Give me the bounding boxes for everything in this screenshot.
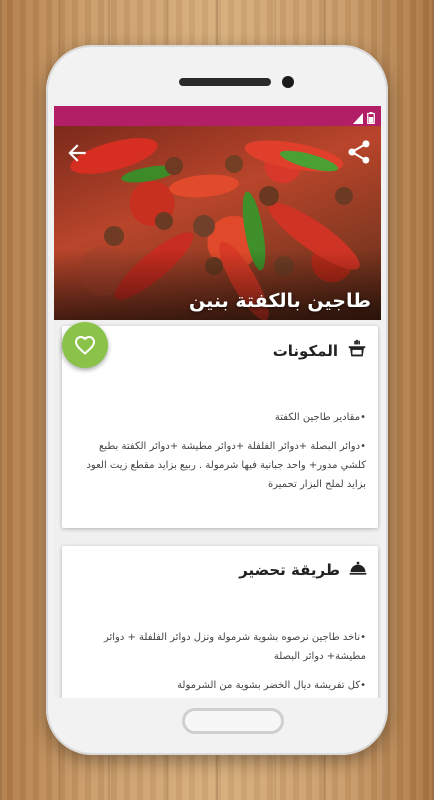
phone-camera (282, 76, 294, 88)
pot-icon (346, 338, 368, 364)
share-icon (348, 140, 370, 164)
share-button[interactable] (345, 138, 373, 166)
ingredients-body: •مقادير طاجين الكفتة •دوائر البصلة +دوائ… (74, 408, 366, 504)
list-item: •مقادير طاجين الكفتة (274, 412, 366, 423)
preparation-header: طريقة تحضير (239, 558, 368, 582)
list-item: •ناخد طاجين نرصوه بشوية شرمولة ونزل دوائ… (103, 632, 366, 662)
status-bar (54, 106, 381, 126)
preparation-body: •ناخد طاجين نرصوه بشوية شرمولة ونزل دوائ… (74, 628, 366, 698)
preparation-heading: طريقة تحضير (239, 561, 340, 579)
favorite-button[interactable] (62, 322, 108, 368)
list-item: •كل تفريشة ديال الخضر بشوية من الشرمولة (177, 680, 366, 691)
preparation-card: طريقة تحضير •ناخد طاجين نرصوه بشوية شرمو… (62, 546, 378, 698)
recipe-hero-image: طاجين بالكفتة بنين (54, 126, 381, 320)
ingredients-header: المكونات (273, 338, 368, 364)
cloche-icon (348, 558, 368, 582)
ingredients-card: المكونات •مقادير طاجين الكفتة •دوائر الب… (62, 326, 378, 528)
back-button[interactable] (64, 140, 90, 166)
home-button[interactable] (182, 708, 284, 734)
phone-speaker (179, 78, 271, 86)
recipe-title: طاجين بالكفتة بنين (189, 290, 371, 312)
arrow-back-icon (68, 144, 86, 162)
ingredients-heading: المكونات (272, 342, 338, 360)
heart-icon (74, 335, 96, 355)
app-screen: طاجين بالكفتة بنين المكونات •مقادير طاجي… (54, 106, 381, 698)
list-item: •دوائر البصلة +دوائر الفلفلة +دوائر مطيش… (86, 441, 366, 490)
